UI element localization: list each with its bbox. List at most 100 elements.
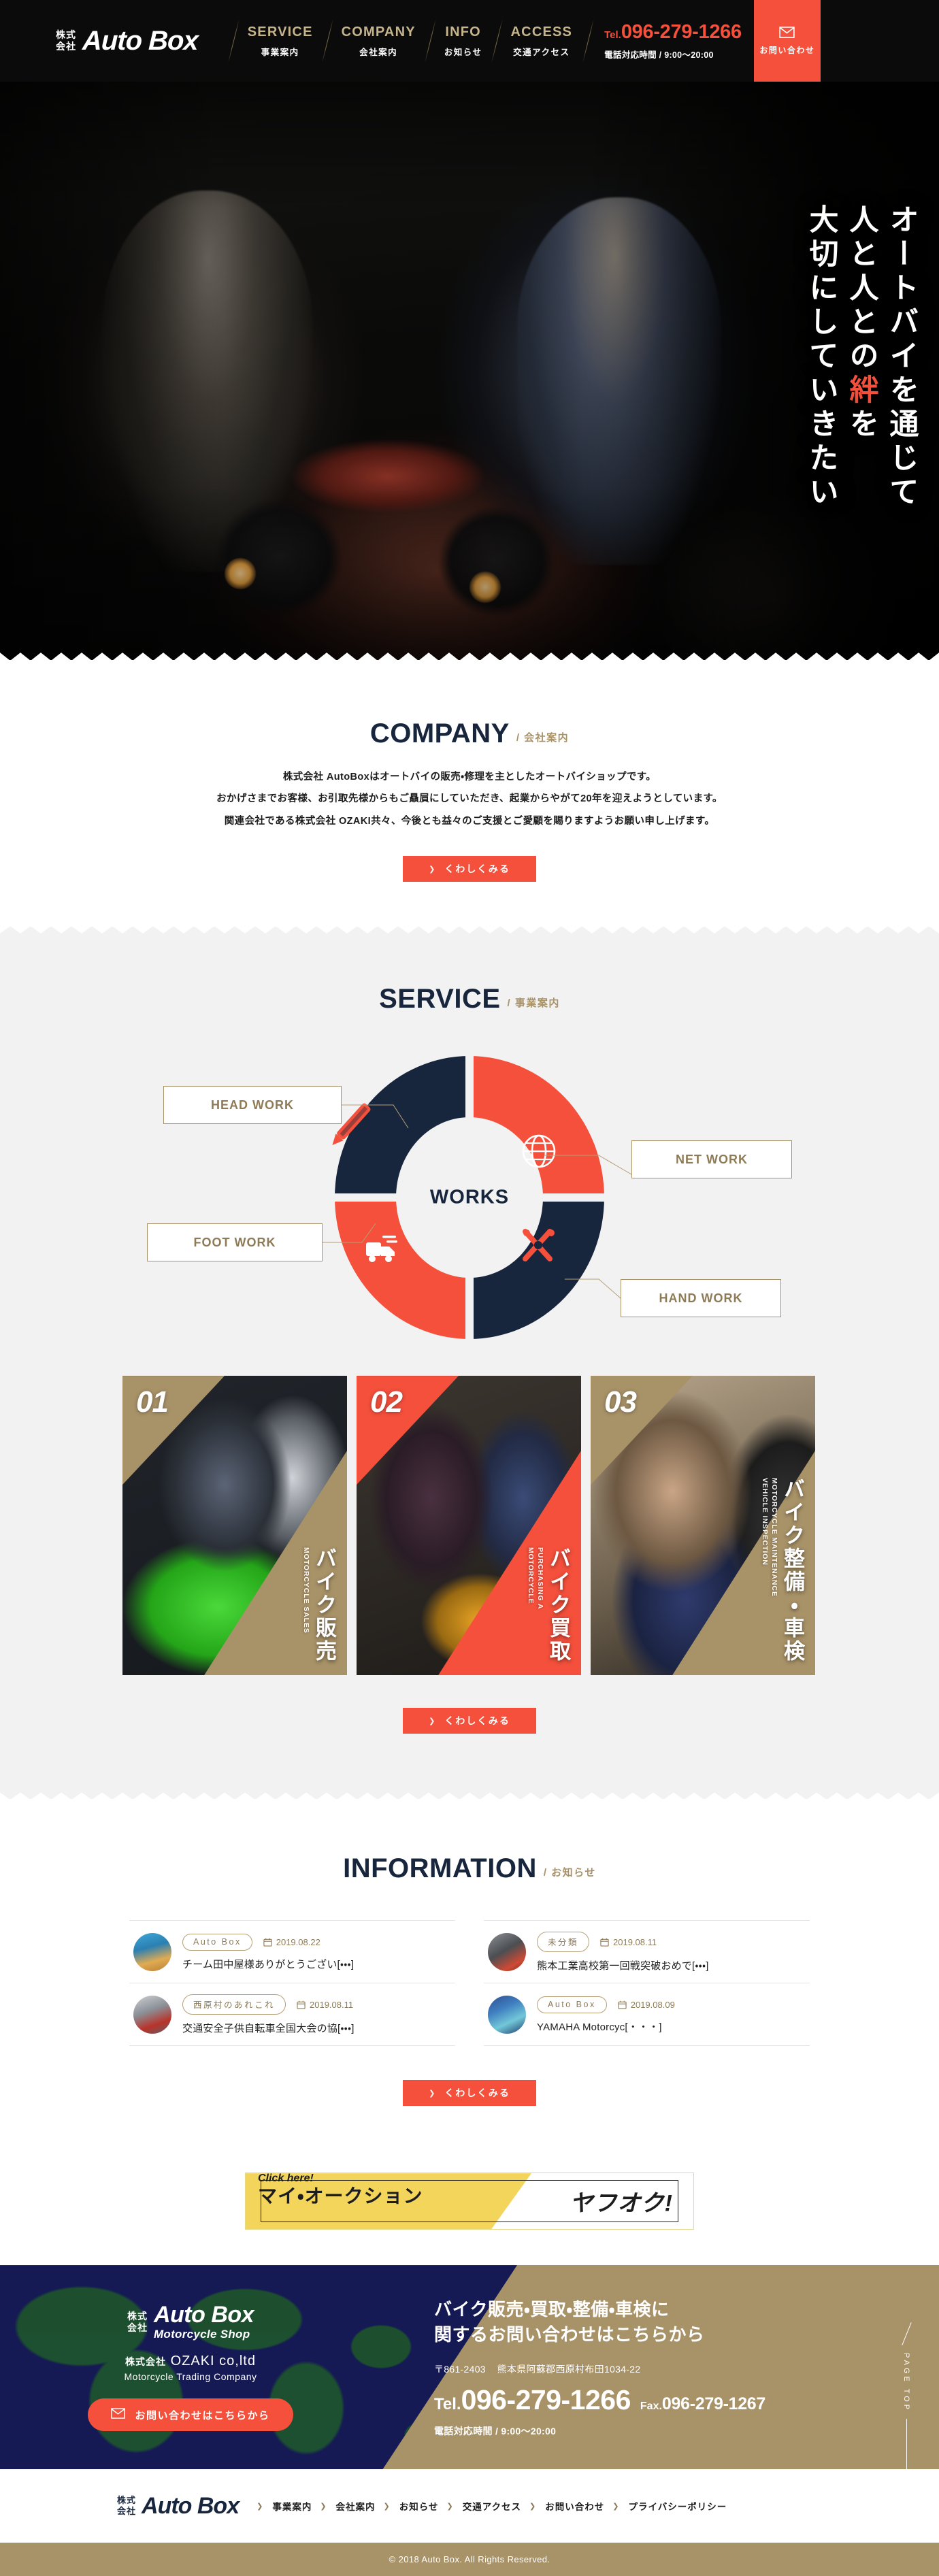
ozaki-name: OZAKI co,ltd [170,2354,256,2369]
footer-link-service-label: 事業案内 [272,2502,312,2513]
footer-logo-kanji-line1: 株式 [117,2494,137,2505]
works-diagram: WORKS HEAD WORK NET WORK FOOT WORK HAND … [122,1048,817,1348]
news-date: 2019.08.22 [263,1937,320,1947]
mail-icon [779,26,795,38]
news-thumbnail [488,1933,526,1972]
company-more-button[interactable]: ❯ くわしくみる [403,856,536,882]
footer-contact-heading-line2: 関するお問い合わせはこちらから [434,2324,705,2345]
footer-contact-logo-kanji-line1: 株式 [127,2310,148,2322]
hero-headline-line-3-text: 大切にしていきたい [805,204,838,510]
header-contact-label: お問い合わせ [759,45,815,55]
header-telephone[interactable]: Tel. 096-279-1266 電話対応時間 / 9:00〜20:00 [587,0,754,82]
hero-headline-kizuna: 絆 [845,374,878,408]
service-more-button[interactable]: ❯ くわしくみる [403,1708,536,1734]
hero-headline-line-1-text: オートバイを通じて [885,204,918,510]
hero-banner: オートバイを通じて 人と人との絆を 大切にしていきたい [0,82,939,660]
calendar-icon [600,1938,609,1947]
works-label-head[interactable]: HEAD WORK [163,1086,342,1125]
page-top-bar [906,2419,907,2470]
footer-link-privacy-label: プライバシーポリシー [628,2502,727,2513]
news-category: Auto Box [182,1933,252,1951]
nav-item-company[interactable]: COMPANY 会社案内 [327,0,430,82]
ozaki-kanji: 株式会社 [125,2356,167,2368]
service-card-02[interactable]: 02 バイク買取 PURCHASING A MOTORCYCLE [357,1376,581,1676]
news-list: Auto Box 2019.08.22 チーム田中屋様ありがとうござい[・・・] [129,1920,810,2047]
nav-item-access-en: ACCESS [510,24,573,39]
chevron-right-icon: ❯ [383,2502,391,2511]
service-zigzag-bottom [0,1792,939,1800]
service-card-01[interactable]: 01 バイク販売 MOTORCYCLE SALES [122,1376,347,1676]
page-top-arrow-icon [901,2322,912,2346]
footer-logo[interactable]: 株式 会社 Auto Box [117,2493,240,2520]
works-label-foot-text: FOOT WORK [193,1235,276,1249]
page-top-button[interactable]: PAGE TOP [898,2322,915,2470]
footer-tel-number: 096-279-1266 [461,2383,631,2415]
works-label-head-text: HEAD WORK [211,1097,294,1112]
footer-link-news[interactable]: ❯ お知らせ [384,2499,447,2513]
news-date-text: 2019.08.11 [310,1999,354,2010]
service-card-03[interactable]: 03 バイク整備・車検 MOTORCYCLE MAINTENANCE VEHIC… [591,1376,815,1676]
information-more-button[interactable]: ❯ くわしくみる [403,2080,536,2107]
service-card-01-text: バイク販売 MOTORCYCLE SALES [208,1547,336,1663]
information-heading-en: INFORMATION [343,1853,537,1884]
nav-item-service[interactable]: SERVICE 事業案内 [233,0,327,82]
news-category: Auto Box [537,1996,607,2013]
news-item[interactable]: Auto Box 2019.08.22 チーム田中屋様ありがとうござい[・・・] [129,1920,455,1984]
news-date-text: 2019.08.09 [630,1999,675,2010]
news-title: 交通安全子供自転車全国大会の協[・・・] [182,2023,355,2035]
footer-contact-heading: バイク販売・買取・整備・車検に 関するお問い合わせはこちらから [434,2297,939,2347]
news-item[interactable]: Auto Box 2019.08.09 YAMAHA Motorcyc[・・・] [484,1983,810,2047]
footer-contact-logo-kanji-line2: 会社 [127,2322,148,2334]
works-segment-net [469,1056,604,1198]
footer-link-service[interactable]: ❯ 事業案内 [257,2499,320,2513]
nav-item-info[interactable]: INFO お知らせ [430,0,497,82]
service-section: SERVICE / 事業案内 WORKS HEAD WORK NET WORK … [0,926,939,1800]
news-date-text: 2019.08.11 [613,1936,657,1947]
yahoo-auction-banner[interactable]: Click here! マイ・オークション ヤフオク! [245,2173,694,2230]
news-category: 西原村のあれこれ [182,1994,286,2015]
works-donut [327,1048,612,1348]
header-logo-kanji-line1: 株式 [56,29,76,40]
information-section: INFORMATION / お知らせ Auto Box 2019.08.22 チ… [0,1799,939,2146]
service-card-03-text: バイク整備・車検 MOTORCYCLE MAINTENANCE VEHICLE … [677,1478,804,1663]
header-contact-button[interactable]: お問い合わせ [753,0,821,82]
news-date: 2019.08.09 [618,2000,675,2010]
service-heading-en: SERVICE [379,984,501,1014]
works-segment-foot [335,1198,469,1340]
footer-link-privacy[interactable]: ❯ プライバシーポリシー [612,2499,735,2513]
works-label-net[interactable]: NET WORK [631,1140,792,1179]
service-card-02-number: 02 [370,1385,403,1419]
nav-item-access[interactable]: ACCESS 交通アクセス [497,0,587,82]
footer-contact-logo[interactable]: 株式 会社 Auto Box Motorcycle Shop [127,2303,254,2341]
footer-link-contact[interactable]: ❯ お問い合わせ [529,2499,612,2513]
hero-headline-line-2-b: を [845,408,878,442]
service-card-02-title-jp: バイク買取 [546,1547,570,1664]
footer-links: ❯ 事業案内 ❯ 会社案内 ❯ お知らせ ❯ 交通アクセス ❯ お問い合わせ ❯… [257,2499,735,2513]
calendar-icon [618,2000,627,2009]
works-label-hand-text: HAND WORK [659,1291,743,1305]
news-thumbnail [133,1996,171,2034]
information-heading: INFORMATION / お知らせ [0,1855,939,1882]
service-more-label: くわしくみる [444,1715,510,1727]
footer-contact-heading-line1: バイク販売・買取・整備・車検に [434,2298,670,2319]
footer-telephone-row[interactable]: Tel. 096-279-1266 Fax. 096-279-1267 [434,2384,939,2416]
company-section: COMPANY / 会社案内 株式会社 AutoBoxはオートバイの販売・修理を… [0,660,939,927]
service-card-01-title-en: MOTORCYCLE SALES [302,1547,310,1634]
news-item[interactable]: 西原村のあれこれ 2019.08.11 交通安全子供自転車全国大会の協[・・・] [129,1983,455,2047]
works-label-hand[interactable]: HAND WORK [621,1279,781,1318]
header-tel-hours: 電話対応時間 / 9:00〜20:00 [604,50,714,60]
company-body: 株式会社 AutoBoxはオートバイの販売・修理を主としたオートバイショップです… [0,772,939,827]
company-more-label: くわしくみる [444,863,510,875]
footer-link-company[interactable]: ❯ 会社案内 [320,2499,383,2513]
header-logo[interactable]: 株式 会社 Auto Box [0,0,199,82]
site-header: 株式 会社 Auto Box SERVICE 事業案内 COMPANY 会社案内… [0,0,939,82]
news-item[interactable]: 未分類 2019.08.11 熊本工業高校第一回戦突破おめで[・・・] [484,1920,810,1984]
page-top-label: PAGE TOP [902,2353,910,2413]
company-heading: COMPANY / 会社案内 [0,720,939,747]
service-card-03-number: 03 [604,1385,637,1419]
footer-address-text: 熊本県阿蘇郡西原村布田1034-22 [497,2363,641,2375]
chevron-right-icon: ❯ [612,2502,620,2511]
works-label-foot[interactable]: FOOT WORK [147,1223,323,1262]
footer-link-access[interactable]: ❯ 交通アクセス [447,2499,530,2513]
footer-contact-button[interactable]: お問い合わせはこちらから [88,2398,293,2432]
